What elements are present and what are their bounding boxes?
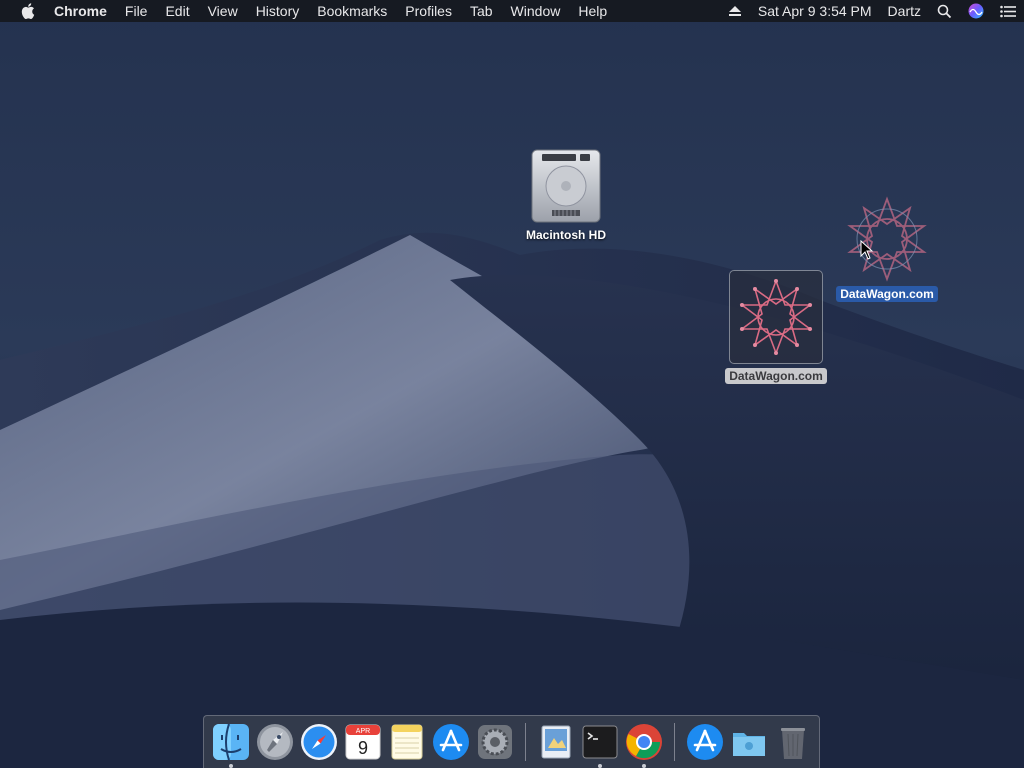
menu-window[interactable]: Window — [502, 0, 570, 22]
dock-notes[interactable] — [387, 722, 427, 762]
macintosh-hd-label: Macintosh HD — [525, 228, 606, 242]
dock-preview[interactable] — [536, 722, 576, 762]
dock-separator — [525, 723, 526, 761]
dock-terminal[interactable] — [580, 722, 620, 768]
menu-bookmarks[interactable]: Bookmarks — [308, 0, 396, 22]
safari-compass-icon — [301, 724, 337, 760]
dock-system-preferences[interactable] — [475, 722, 515, 762]
notification-center-icon[interactable] — [1000, 5, 1016, 18]
chrome-icon — [626, 724, 662, 760]
hard-drive-icon — [528, 146, 604, 226]
app-store-icon — [687, 724, 723, 760]
dock-launchpad[interactable] — [255, 722, 295, 762]
gear-icon — [478, 725, 512, 759]
dock-calendar[interactable]: APR 9 — [343, 722, 383, 762]
desktop-icon-datawagon-dragging[interactable]: DataWagon.com — [832, 194, 942, 303]
spotlight-search-icon[interactable] — [937, 4, 952, 19]
mouse-pointer-icon — [860, 239, 874, 260]
terminal-icon — [582, 725, 618, 759]
menu-bar-user[interactable]: Dartz — [888, 0, 921, 22]
datawagon-icon-highlight — [729, 270, 823, 364]
eject-icon[interactable] — [728, 5, 742, 17]
dock-chrome[interactable] — [624, 722, 664, 768]
calendar-icon: APR 9 — [345, 724, 381, 760]
dock-safari[interactable] — [299, 722, 339, 762]
running-indicator — [598, 764, 602, 768]
desktop-icon-macintosh-hd[interactable]: Macintosh HD — [516, 146, 616, 244]
dock-trash[interactable] — [773, 722, 813, 762]
datawagon-star-icon-drag — [842, 194, 932, 284]
menu-bar-extras: Sat Apr 9 3:54 PM Dartz — [720, 0, 1024, 22]
running-indicator — [229, 764, 233, 768]
notes-icon — [391, 724, 423, 760]
menu-file[interactable]: File — [116, 0, 157, 22]
menu-profiles[interactable]: Profiles — [396, 0, 461, 22]
menu-history[interactable]: History — [247, 0, 309, 22]
datawagon-star-icon — [734, 275, 818, 359]
dock-finder[interactable] — [211, 722, 251, 768]
menu-bar-clock[interactable]: Sat Apr 9 3:54 PM — [758, 0, 872, 22]
trash-icon — [781, 728, 805, 759]
menu-app-chrome[interactable]: Chrome — [54, 0, 116, 22]
menu-bar: Chrome File Edit View History Bookmarks … — [0, 0, 1024, 22]
finder-icon — [213, 723, 249, 761]
folder-icon — [733, 733, 765, 756]
menu-view[interactable]: View — [199, 0, 247, 22]
siri-icon[interactable] — [968, 3, 984, 19]
preview-icon — [541, 725, 571, 759]
calendar-day: 9 — [358, 738, 368, 758]
dock-folder[interactable] — [729, 722, 769, 762]
launchpad-rocket-icon — [257, 724, 293, 760]
menu-tab[interactable]: Tab — [461, 0, 502, 22]
dock-app-store-downloads[interactable] — [685, 722, 725, 762]
dock-app-store[interactable] — [431, 722, 471, 762]
app-store-icon — [433, 724, 469, 760]
menu-help[interactable]: Help — [569, 0, 616, 22]
dock-separator — [674, 723, 675, 761]
apple-icon[interactable] — [19, 0, 37, 22]
datawagon-drag-label: DataWagon.com — [836, 286, 938, 302]
dock: APR 9 — [203, 715, 820, 768]
datawagon-label: DataWagon.com — [725, 368, 827, 384]
desktop-icon-datawagon[interactable]: DataWagon.com — [720, 270, 832, 385]
running-indicator — [642, 764, 646, 768]
menu-edit[interactable]: Edit — [156, 0, 198, 22]
desktop-wallpaper — [0, 0, 1024, 768]
calendar-month: APR — [356, 728, 370, 735]
